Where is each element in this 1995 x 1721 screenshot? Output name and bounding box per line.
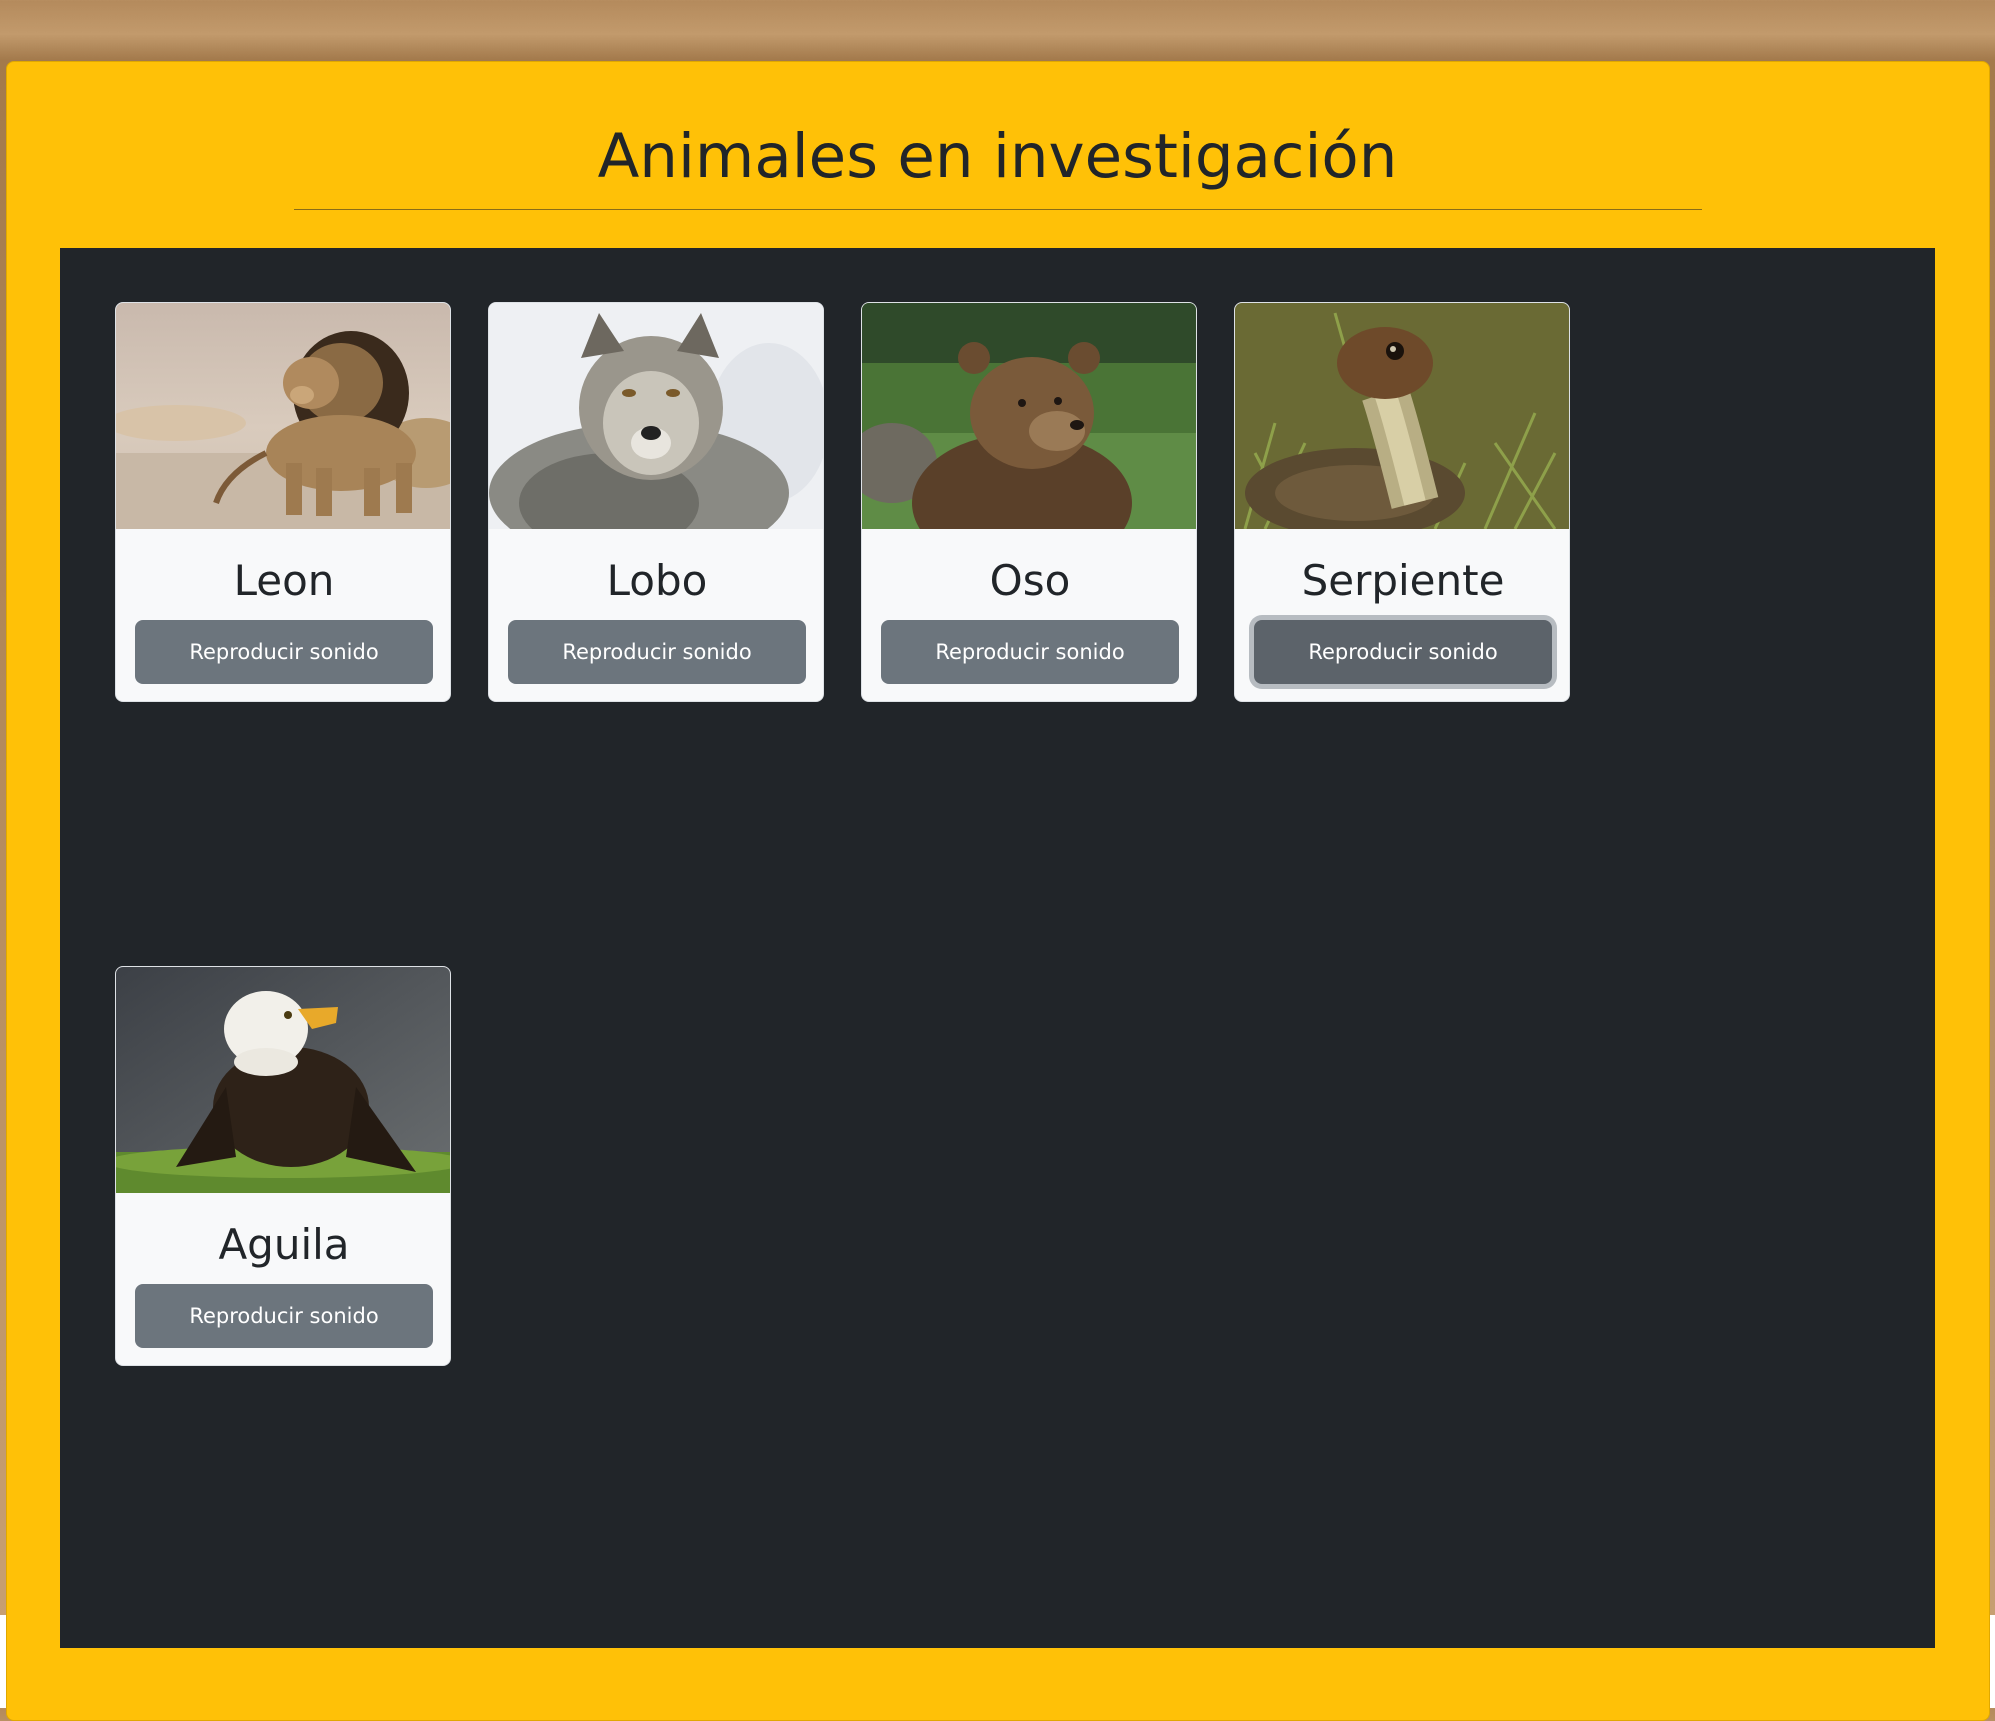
animal-name: Serpiente <box>1301 556 1505 605</box>
play-sound-button-lobo[interactable]: Reproducir sonido <box>508 620 806 684</box>
wolf-image <box>489 303 823 529</box>
lion-image <box>116 303 450 529</box>
play-sound-button-aguila[interactable]: Reproducir sonido <box>135 1284 433 1348</box>
play-sound-button-serpiente[interactable]: Reproducir sonido <box>1254 620 1552 684</box>
animal-name: Leon <box>233 556 335 605</box>
bear-image <box>862 303 1196 529</box>
animal-card-serpiente: Serpiente Reproducir sonido <box>1234 302 1570 702</box>
animal-name: Lobo <box>606 556 708 605</box>
play-sound-button-oso[interactable]: Reproducir sonido <box>881 620 1179 684</box>
animal-card-oso: Oso Reproducir sonido <box>861 302 1197 702</box>
snake-image <box>1235 303 1569 529</box>
animal-name: Oso <box>989 556 1071 605</box>
animal-card-lobo: Lobo Reproducir sonido <box>488 302 824 702</box>
play-sound-button-leon[interactable]: Reproducir sonido <box>135 620 433 684</box>
animal-card-leon: Leon Reproducir sonido <box>115 302 451 702</box>
title-divider <box>294 209 1702 210</box>
page-title: Animales en investigación <box>597 121 1398 192</box>
animal-gallery: Leon Reproducir sonido Lobo Reproducir s… <box>60 248 1935 1648</box>
eagle-image <box>116 967 450 1193</box>
animal-name: Aguila <box>218 1220 350 1269</box>
animal-card-aguila: Aguila Reproducir sonido <box>115 966 451 1366</box>
